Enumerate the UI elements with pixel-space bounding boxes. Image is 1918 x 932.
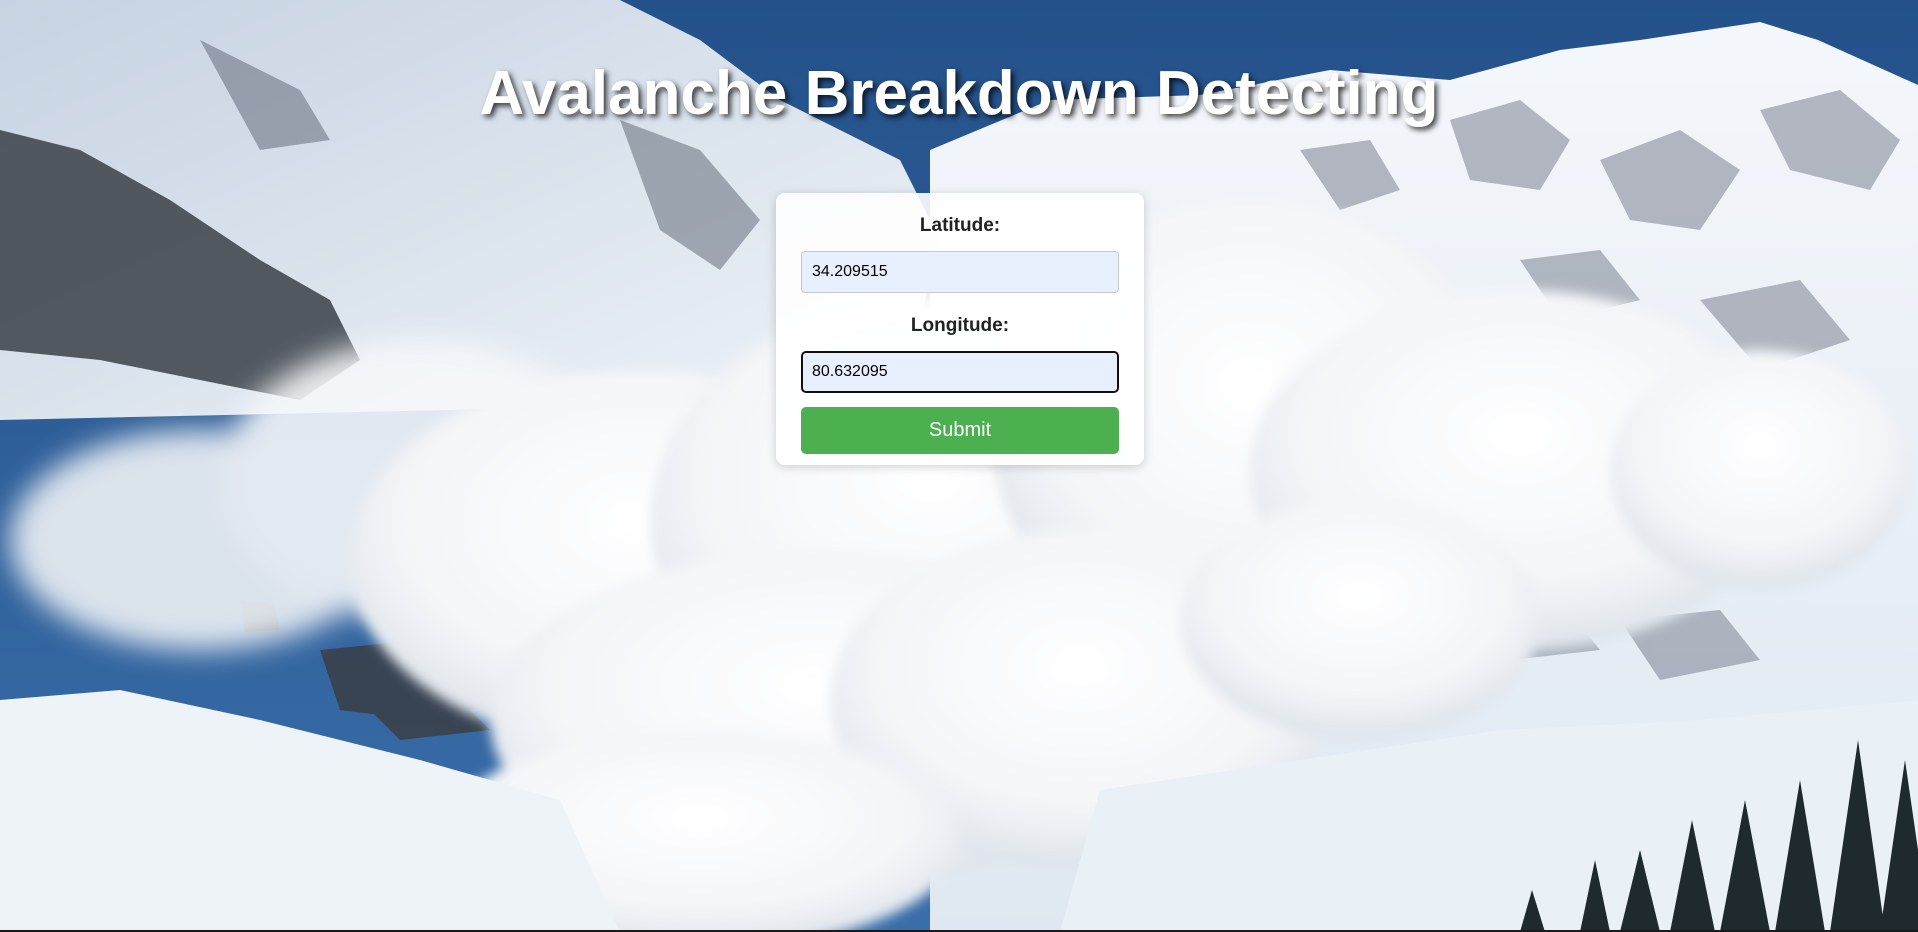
latitude-input[interactable] (801, 251, 1119, 293)
longitude-label: Longitude: (910, 315, 1010, 336)
latitude-label: Latitude: (919, 215, 1001, 236)
submit-button[interactable]: Submit (801, 407, 1119, 454)
coordinates-form: Latitude: Longitude: Submit (776, 193, 1144, 465)
page-title: Avalanche Breakdown Detecting (479, 59, 1439, 128)
avalanche-background-image (0, 0, 1918, 932)
page: Avalanche Breakdown Detecting Latitude: … (0, 0, 1918, 932)
longitude-input[interactable] (801, 351, 1119, 393)
